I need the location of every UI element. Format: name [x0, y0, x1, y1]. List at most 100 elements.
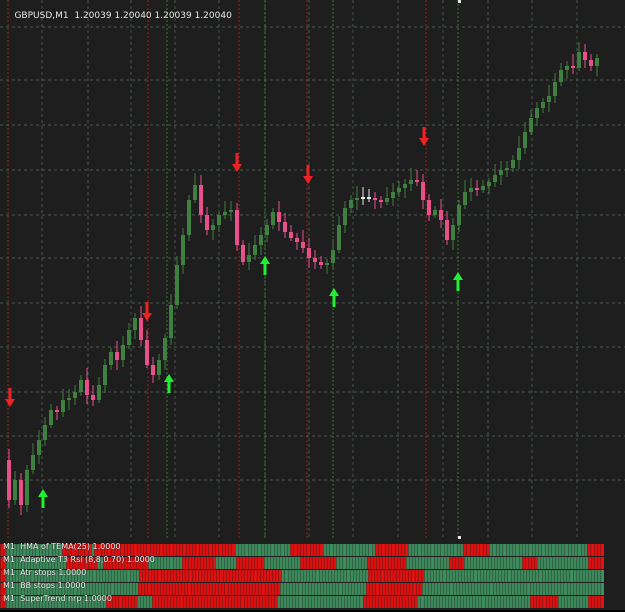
- up-arrow-shaft: [456, 279, 460, 291]
- candle-body: [565, 66, 569, 70]
- candle-body: [151, 365, 155, 375]
- candle-body: [427, 200, 431, 215]
- candle-body: [241, 245, 245, 262]
- candle-body: [289, 232, 293, 238]
- chart-title: GBPUSD,M1 1.20039 1.20040 1.20039 1.2004…: [3, 1, 231, 31]
- candle-body: [343, 208, 347, 225]
- candle-body: [553, 82, 557, 96]
- candle-body: [523, 132, 527, 148]
- candle-body: [193, 185, 197, 200]
- candle-body: [595, 58, 599, 66]
- candle-body: [397, 188, 401, 192]
- price-chart[interactable]: GBPUSD,M1 1.20039 1.20040 1.20039 1.2004…: [0, 0, 625, 540]
- candle-body: [301, 242, 305, 248]
- up-arrow-shaft: [332, 295, 336, 307]
- symbol-label: GBPUSD,M1: [14, 11, 69, 21]
- candle-body: [169, 305, 173, 338]
- candle-body: [283, 222, 287, 232]
- candle-body: [37, 440, 41, 455]
- indicator-label: M1 Adaptive T3 Rsi (8,8,0.70) 1.0000: [3, 555, 155, 564]
- indicator-row-hma[interactable]: M1 HMA of TEMA(25) 1.0000: [0, 541, 625, 556]
- candle-body: [127, 330, 131, 345]
- indicator-row-atr[interactable]: M1 Atr stops 1.0000: [0, 567, 625, 582]
- down-arrow-shaft: [235, 153, 239, 165]
- candle-body: [205, 215, 209, 230]
- down-arrow-icon: [5, 399, 15, 407]
- down-arrow-icon: [303, 176, 313, 184]
- candle-body: [229, 210, 233, 212]
- candle-body: [313, 258, 317, 262]
- candle-body: [109, 352, 113, 365]
- candlestick-plot[interactable]: [0, 0, 625, 540]
- candle-body: [547, 96, 551, 102]
- candle-body: [49, 410, 53, 425]
- down-arrow-icon: [142, 313, 152, 321]
- indicator-label: M1 Atr stops 1.0000: [3, 568, 87, 577]
- up-arrow-icon: [38, 489, 48, 497]
- down-arrow-icon: [232, 164, 242, 172]
- candle-body: [421, 182, 425, 200]
- candle-body: [493, 175, 497, 182]
- candle-body: [349, 200, 353, 208]
- up-arrow-shaft: [263, 263, 267, 275]
- down-arrow-shaft: [306, 165, 310, 177]
- candle-body: [439, 210, 443, 220]
- up-arrow-icon: [164, 374, 174, 382]
- candle-body: [559, 70, 563, 82]
- candle-body: [235, 210, 239, 245]
- marker: [458, 0, 461, 3]
- candle-body: [541, 102, 545, 108]
- candle-body: [511, 160, 515, 168]
- candle-body: [391, 192, 395, 198]
- candle-body: [139, 318, 143, 340]
- candle-body: [463, 192, 467, 205]
- indicator-label: M1 BB stops 1.0000: [3, 581, 86, 590]
- candle-body: [535, 108, 539, 118]
- down-arrow-shaft: [422, 127, 426, 139]
- indicator-panel[interactable]: M1 HMA of TEMA(25) 1.0000 M1 Adaptive T3…: [0, 540, 625, 610]
- candle-body: [247, 255, 251, 262]
- up-arrow-icon: [329, 288, 339, 296]
- candle-body: [295, 238, 299, 242]
- candle-body: [67, 398, 71, 400]
- candle-body: [97, 385, 101, 400]
- candle-body: [85, 380, 89, 395]
- up-arrow-shaft: [41, 496, 45, 508]
- candle-body: [355, 198, 359, 200]
- candle-body: [13, 480, 17, 500]
- candle-body: [91, 395, 95, 400]
- indicator-row-bb[interactable]: M1 BB stops 1.0000: [0, 580, 625, 595]
- candle-body: [163, 338, 167, 360]
- candle-body: [259, 235, 263, 245]
- candle-body: [403, 184, 407, 188]
- candle-body: [583, 52, 587, 60]
- up-arrow-shaft: [167, 381, 171, 393]
- candle-body: [115, 352, 119, 360]
- candle-body: [385, 198, 389, 202]
- candle-body: [319, 262, 323, 265]
- candle-body: [325, 263, 329, 265]
- indicator-row-supertrend[interactable]: M1 SuperTrend nrp 1.0000: [0, 593, 625, 608]
- candle-body: [145, 340, 149, 365]
- candle-body: [157, 360, 161, 375]
- candle-body: [7, 460, 11, 500]
- down-arrow-shaft: [8, 388, 12, 400]
- candle-body: [337, 225, 341, 250]
- candle-body: [487, 182, 491, 186]
- marker: [458, 536, 461, 539]
- candle-body: [121, 345, 125, 360]
- candle-body: [481, 186, 485, 190]
- candle-body: [331, 250, 335, 263]
- up-arrow-icon: [260, 256, 270, 264]
- candle-body: [31, 455, 35, 470]
- candle-body: [217, 215, 221, 225]
- indicator-row-t3rsi[interactable]: M1 Adaptive T3 Rsi (8,8,0.70) 1.0000: [0, 554, 625, 569]
- down-arrow-icon: [419, 138, 429, 146]
- candle-body: [277, 212, 281, 222]
- candle-body: [73, 392, 77, 398]
- candle-body: [571, 66, 575, 68]
- candle-body: [457, 205, 461, 225]
- candle-body: [79, 380, 83, 392]
- candle-body: [367, 197, 371, 199]
- candle-body: [445, 220, 449, 240]
